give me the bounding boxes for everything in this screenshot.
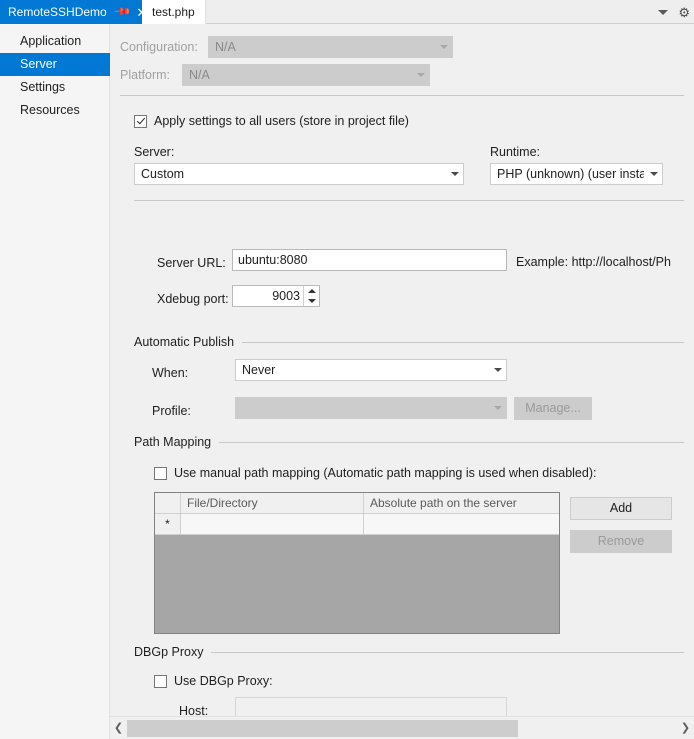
chevron-down-icon[interactable]: [658, 9, 669, 15]
chevron-left-icon[interactable]: ❮: [110, 722, 127, 734]
xdebug-port-value: 9003: [272, 289, 300, 303]
tab-label: RemoteSSHDemo: [8, 5, 107, 19]
sidebar-item-label: Application: [20, 34, 82, 48]
scrollbar-thumb[interactable]: [127, 719, 518, 737]
server-properties-pane: Configuration: N/A Platform: N/A Apply s…: [110, 24, 694, 739]
server-divider: [134, 200, 684, 201]
server-dropdown[interactable]: Custom: [134, 163, 464, 185]
server-url-input[interactable]: ubuntu:8080: [232, 249, 507, 271]
chevron-down-icon: [494, 406, 502, 410]
path-mapping-grid[interactable]: File/Directory Absolute path on the serv…: [154, 492, 560, 634]
use-manual-path-mapping-label: Use manual path mapping (Automatic path …: [174, 466, 597, 480]
dbgp-proxy-group-header: DBGp Proxy: [134, 644, 684, 660]
path-mapping-title: Path Mapping: [134, 435, 212, 449]
server-label: Server:: [134, 145, 175, 159]
sidebar: Application Server Settings Resources: [0, 24, 136, 739]
publish-profile-dropdown[interactable]: [235, 397, 507, 419]
apply-all-users-checkbox[interactable]: [134, 114, 147, 128]
server-url-label: Server URL:: [157, 256, 226, 270]
sidebar-item-resources[interactable]: Resources: [0, 99, 109, 122]
grid-cell-file-directory[interactable]: [181, 514, 364, 534]
configuration-row: Configuration: N/A: [120, 36, 460, 58]
use-dbgp-proxy-label: Use DBGp Proxy:: [174, 674, 273, 688]
publish-when-dropdown[interactable]: Never: [235, 359, 507, 381]
configuration-dropdown[interactable]: N/A: [208, 36, 453, 58]
apply-all-users-row[interactable]: Apply settings to all users (store in pr…: [134, 112, 409, 130]
sidebar-item-settings[interactable]: Settings: [0, 76, 109, 99]
platform-label: Platform:: [120, 68, 171, 82]
configuration-label: Configuration:: [120, 40, 198, 54]
server-value: Custom: [141, 167, 185, 181]
publish-profile-label: Profile:: [152, 404, 191, 418]
gear-icon[interactable]: ⚙: [678, 6, 690, 19]
tab-label: test.php: [152, 5, 195, 19]
spin-down-icon[interactable]: [304, 296, 319, 306]
manage-profile-button[interactable]: Manage...: [514, 397, 592, 420]
chevron-down-icon: [650, 172, 658, 176]
publish-when-value: Never: [242, 363, 276, 377]
runtime-label: Runtime:: [490, 145, 541, 159]
configuration-value: N/A: [215, 40, 236, 54]
add-path-mapping-button[interactable]: Add: [570, 497, 672, 520]
grid-cell-absolute-path[interactable]: [364, 514, 559, 534]
platform-row: Platform: N/A: [120, 64, 440, 86]
scrollbar-track[interactable]: [127, 719, 677, 737]
use-manual-path-mapping-checkbox[interactable]: [154, 466, 167, 480]
grid-header-row: File/Directory Absolute path on the serv…: [155, 493, 559, 514]
use-dbgp-proxy-checkbox[interactable]: [154, 674, 167, 688]
chevron-down-icon: [451, 172, 459, 176]
grid-header-rowselector: [155, 493, 181, 513]
chevron-right-icon[interactable]: ❯: [677, 722, 694, 734]
table-row[interactable]: *: [155, 514, 559, 535]
grid-header-file-directory[interactable]: File/Directory: [181, 493, 364, 513]
horizontal-scrollbar[interactable]: ❮ ❯: [110, 716, 694, 739]
use-manual-path-mapping-row[interactable]: Use manual path mapping (Automatic path …: [154, 464, 596, 482]
runtime-dropdown[interactable]: PHP (unknown) (user instal: [490, 163, 663, 185]
use-dbgp-proxy-row[interactable]: Use DBGp Proxy:: [154, 672, 273, 690]
tab-remotesshdemo[interactable]: RemoteSSHDemo 📌 ✕: [0, 0, 155, 24]
platform-value: N/A: [189, 68, 210, 82]
automatic-publish-group-header: Automatic Publish: [134, 334, 684, 350]
sidebar-item-server[interactable]: Server: [0, 53, 136, 76]
grid-row-marker: *: [155, 514, 181, 534]
xdebug-port-stepper[interactable]: 9003: [232, 285, 320, 307]
path-mapping-group-header: Path Mapping: [134, 434, 684, 450]
group-divider: [242, 341, 684, 343]
group-divider: [211, 651, 684, 653]
runtime-value: PHP (unknown) (user instal: [497, 167, 644, 181]
platform-dropdown[interactable]: N/A: [182, 64, 430, 86]
dbgp-proxy-title: DBGp Proxy: [134, 645, 204, 659]
remove-path-mapping-button[interactable]: Remove: [570, 530, 672, 553]
automatic-publish-title: Automatic Publish: [134, 335, 235, 349]
tab-strip: RemoteSSHDemo 📌 ✕ test.php ⚙: [0, 0, 694, 24]
chevron-down-icon: [440, 45, 448, 49]
sidebar-item-label: Resources: [20, 103, 80, 117]
chevron-down-icon: [417, 73, 425, 77]
pin-icon[interactable]: 📌: [113, 3, 131, 21]
sidebar-item-label: Settings: [20, 80, 66, 94]
xdebug-port-spin-buttons[interactable]: [303, 286, 319, 306]
group-divider: [219, 441, 684, 443]
xdebug-port-label: Xdebug port:: [157, 292, 229, 306]
grid-header-absolute-path[interactable]: Absolute path on the server: [364, 493, 559, 513]
server-url-example: Example: http://localhost/Ph: [516, 255, 671, 269]
header-divider: [120, 95, 684, 96]
tab-test-php[interactable]: test.php: [142, 0, 206, 24]
publish-when-label: When:: [152, 366, 189, 380]
chevron-down-icon: [494, 368, 502, 372]
sidebar-item-label: Server: [20, 57, 57, 71]
spin-up-icon[interactable]: [304, 286, 319, 296]
tab-strip-controls: ⚙: [658, 0, 690, 24]
sidebar-item-application[interactable]: Application: [0, 30, 109, 53]
apply-all-users-label: Apply settings to all users (store in pr…: [154, 114, 409, 128]
